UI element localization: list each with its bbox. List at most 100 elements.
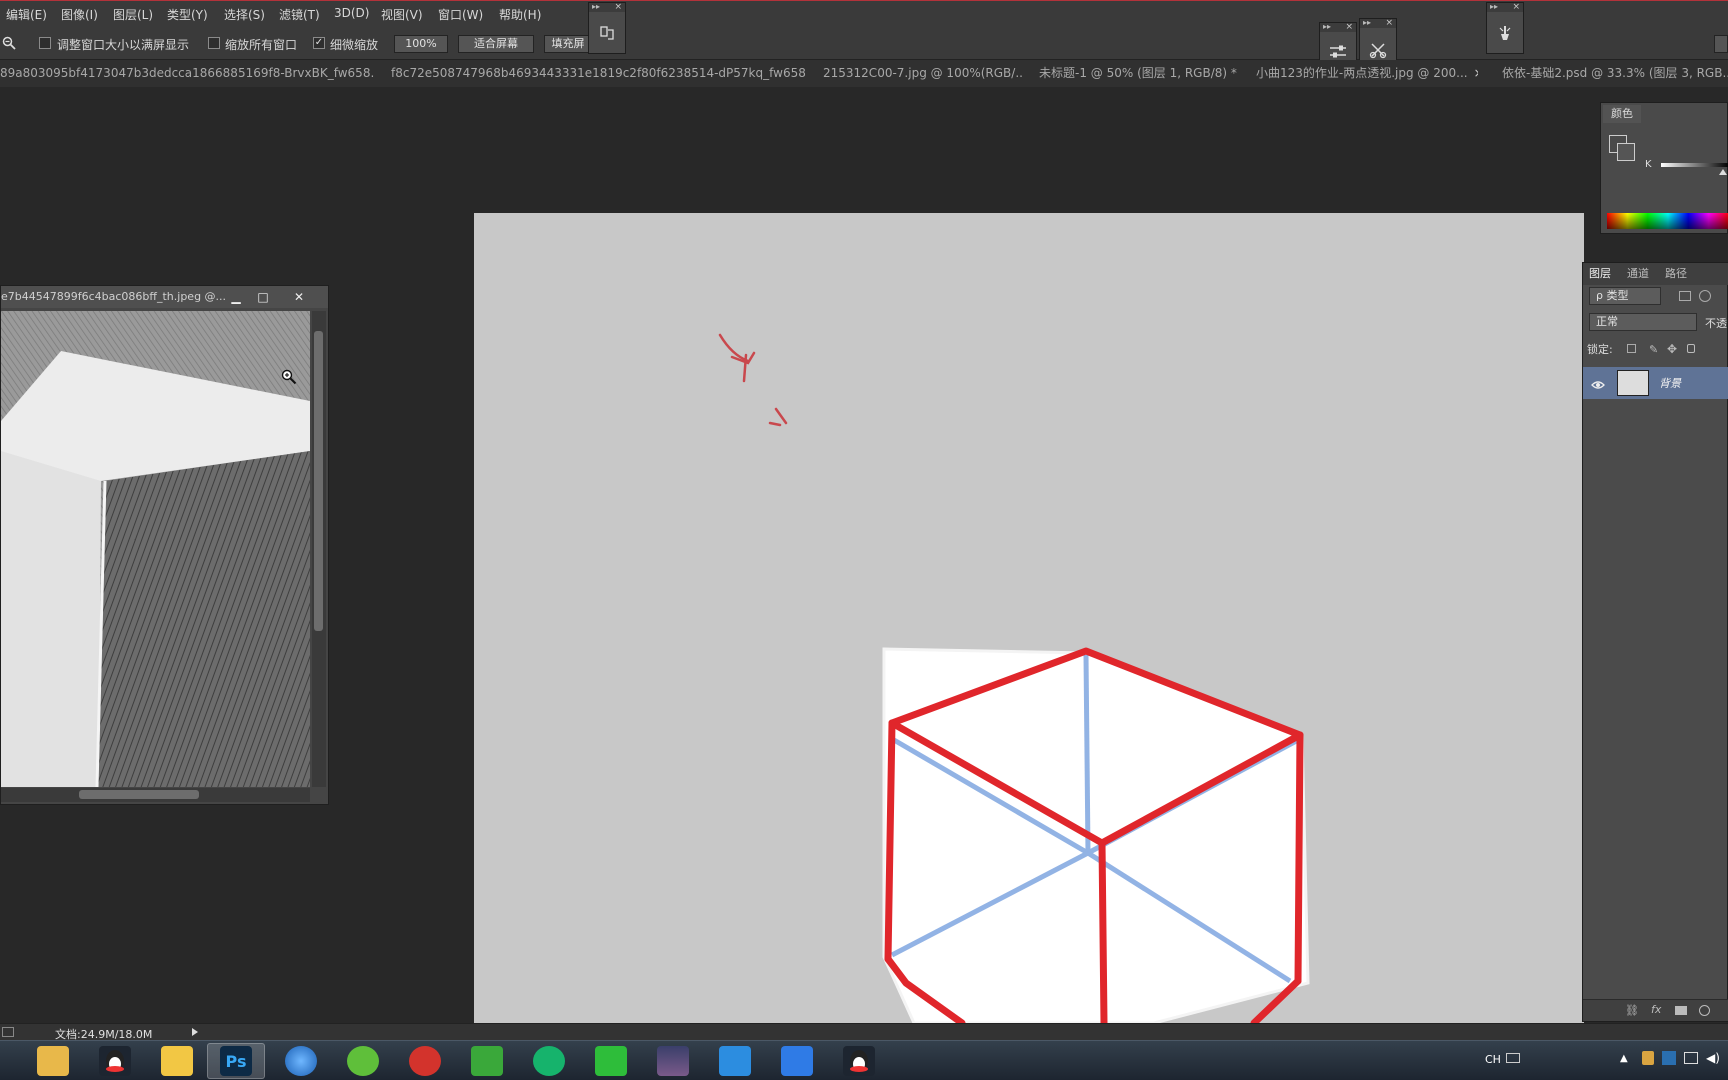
close-icon[interactable]: × xyxy=(1512,3,1520,12)
lock-pixels-icon[interactable]: ✎ xyxy=(1649,343,1658,356)
camtasia-icon xyxy=(471,1046,503,1076)
taskbar-wechat[interactable] xyxy=(582,1043,640,1079)
zoom-level-field[interactable] xyxy=(2,1027,14,1037)
tab-document-3[interactable]: 215312C00-7.jpg @ 100%(RGB/...× xyxy=(823,60,1023,87)
menu-edit[interactable]: 编辑(E) xyxy=(6,6,47,23)
tab-color[interactable]: 颜色 xyxy=(1603,105,1641,123)
tab-label: f8c72e508747968b4693443331e1819c2f80f623… xyxy=(391,66,807,80)
menu-select[interactable]: 选择(S) xyxy=(224,6,265,23)
zoom-100-button[interactable]: 100% xyxy=(394,35,448,53)
layer-filter-select[interactable]: ρ 类型 xyxy=(1589,287,1661,305)
eye-icon[interactable] xyxy=(1591,376,1605,395)
taskbar-explorer[interactable] xyxy=(24,1043,82,1079)
wechat-icon xyxy=(595,1046,627,1076)
lock-all-icon[interactable] xyxy=(1687,344,1695,353)
close-icon[interactable]: × xyxy=(614,3,622,12)
taskbar-feiq[interactable] xyxy=(768,1043,826,1079)
tab-paths[interactable]: 路径 xyxy=(1665,265,1687,283)
taskbar-photoshop[interactable]: Ps xyxy=(207,1043,265,1079)
brush-mini-panel[interactable]: ▸▸ × xyxy=(1486,2,1524,54)
link-layers-icon[interactable]: ⛓ xyxy=(1625,1004,1639,1017)
fill-screen-button[interactable]: 填充屏 xyxy=(544,35,592,53)
slider-handle[interactable] xyxy=(1719,169,1727,175)
taskbar-qq-penguin[interactable] xyxy=(830,1043,888,1079)
taskbar-camtasia[interactable] xyxy=(458,1043,516,1079)
adjustment-layer-icon[interactable] xyxy=(1699,1005,1710,1016)
network-icon[interactable] xyxy=(1662,1051,1676,1065)
horizontal-scrollbar[interactable] xyxy=(1,788,310,802)
fit-screen-button[interactable]: 适合屏幕 xyxy=(458,35,534,53)
tab-document-2[interactable]: f8c72e508747968b4693443331e1819c2f80f623… xyxy=(391,60,807,87)
status-menu-arrow-icon[interactable] xyxy=(192,1028,198,1036)
color-spectrum[interactable] xyxy=(1607,213,1728,229)
resize-windows-checkbox[interactable] xyxy=(39,37,51,49)
layer-style-icon[interactable]: fx xyxy=(1651,1003,1661,1016)
tab-document-4[interactable]: 未标题-1 @ 50% (图层 1, RGB/8) *× xyxy=(1039,60,1241,87)
taskbar-notepad[interactable] xyxy=(148,1043,206,1079)
resize-windows-label: 调整窗口大小以满屏显示 xyxy=(57,38,190,52)
tray-app-icon[interactable] xyxy=(1642,1051,1654,1065)
tab-document-6[interactable]: 依依-基础2.psd @ 33.3% (图层 3, RGB...× xyxy=(1502,60,1728,87)
taskbar-qq[interactable] xyxy=(86,1043,144,1079)
notepad-icon xyxy=(161,1046,193,1076)
layer-name[interactable]: 背景 xyxy=(1659,375,1681,391)
cloud-icon xyxy=(719,1046,751,1076)
browser-icon xyxy=(285,1046,317,1076)
taskbar-updater[interactable] xyxy=(334,1043,392,1079)
window-title-bar[interactable]: e7b44547899f6c4bac086bff_th.jpeg @... xyxy=(1,286,328,308)
taskbar-game[interactable] xyxy=(644,1043,702,1079)
tab-channels[interactable]: 通道 xyxy=(1627,265,1649,283)
menu-view[interactable]: 视图(V) xyxy=(381,6,423,23)
k-channel-slider[interactable] xyxy=(1661,163,1728,167)
tab-document-1[interactable]: 89a803095bf4173047b3dedcca1866885169f8-B… xyxy=(0,60,374,87)
menu-3d[interactable]: 3D(D) xyxy=(334,6,369,20)
layer-row-background[interactable]: 背景 xyxy=(1583,367,1728,399)
scrubby-zoom-checkbox[interactable]: ✓ xyxy=(313,37,325,49)
close-window-button[interactable]: ✕ xyxy=(290,289,308,305)
close-icon[interactable]: × xyxy=(1385,19,1393,28)
taskbar-iqiyi[interactable] xyxy=(520,1043,578,1079)
scroll-thumb[interactable] xyxy=(79,790,199,799)
history-mini-panel[interactable]: ▸▸ × xyxy=(588,2,626,54)
lock-label: 锁定: xyxy=(1587,343,1613,356)
maximize-button[interactable]: □ xyxy=(254,289,272,305)
document-canvas[interactable] xyxy=(474,213,1584,1023)
tab-label: 未标题-1 @ 50% (图层 1, RGB/8) * xyxy=(1039,66,1237,80)
tab-layers[interactable]: 图层 xyxy=(1589,265,1611,283)
tab-document-5[interactable]: 小曲123的作业-两点透视.jpg @ 200... × xyxy=(1256,60,1478,87)
taskbar-browser[interactable] xyxy=(272,1043,330,1079)
menu-filter[interactable]: 滤镜(T) xyxy=(279,6,320,23)
action-center-icon[interactable] xyxy=(1684,1052,1698,1064)
input-language-indicator[interactable]: CH xyxy=(1485,1053,1501,1066)
workspace-switcher-button[interactable] xyxy=(1714,35,1728,53)
vertical-scrollbar[interactable] xyxy=(312,311,326,787)
minimize-button[interactable]: ▁ xyxy=(227,289,245,305)
menu-help[interactable]: 帮助(H) xyxy=(499,6,541,23)
add-mask-icon[interactable] xyxy=(1675,1006,1687,1015)
close-icon[interactable]: × xyxy=(1345,23,1353,32)
image-filter-icon[interactable] xyxy=(1679,291,1691,301)
qq-icon xyxy=(99,1046,131,1076)
zoom-all-windows-checkbox[interactable] xyxy=(208,37,220,49)
volume-icon[interactable]: ◀) xyxy=(1706,1051,1720,1065)
tray-expand-icon[interactable]: ▲ xyxy=(1620,1053,1628,1064)
menu-type[interactable]: 类型(Y) xyxy=(167,6,208,23)
tab-close-icon[interactable]: × xyxy=(1474,66,1478,80)
menu-image[interactable]: 图像(I) xyxy=(61,6,98,23)
adjustment-filter-icon[interactable] xyxy=(1699,290,1711,302)
background-color-swatch[interactable] xyxy=(1617,143,1635,161)
document-tab-bar: 89a803095bf4173047b3dedcca1866885169f8-B… xyxy=(0,60,1728,87)
scroll-thumb[interactable] xyxy=(314,331,323,631)
zoom-tool-icon[interactable] xyxy=(2,35,16,50)
taskbar-cloud[interactable] xyxy=(706,1043,764,1079)
menu-window[interactable]: 窗口(W) xyxy=(438,6,483,23)
lock-position-icon[interactable]: ✥ xyxy=(1667,342,1677,356)
lock-transparent-icon[interactable] xyxy=(1627,344,1636,353)
reference-image-view[interactable] xyxy=(1,311,310,787)
blend-mode-select[interactable]: 正常 xyxy=(1589,313,1697,331)
keyboard-icon[interactable] xyxy=(1506,1053,1520,1063)
menu-layer[interactable]: 图层(L) xyxy=(113,6,153,23)
taskbar-netease-music[interactable] xyxy=(396,1043,454,1079)
explorer-icon xyxy=(37,1046,69,1076)
floating-document-window[interactable]: e7b44547899f6c4bac086bff_th.jpeg @... ▁ … xyxy=(0,285,329,805)
